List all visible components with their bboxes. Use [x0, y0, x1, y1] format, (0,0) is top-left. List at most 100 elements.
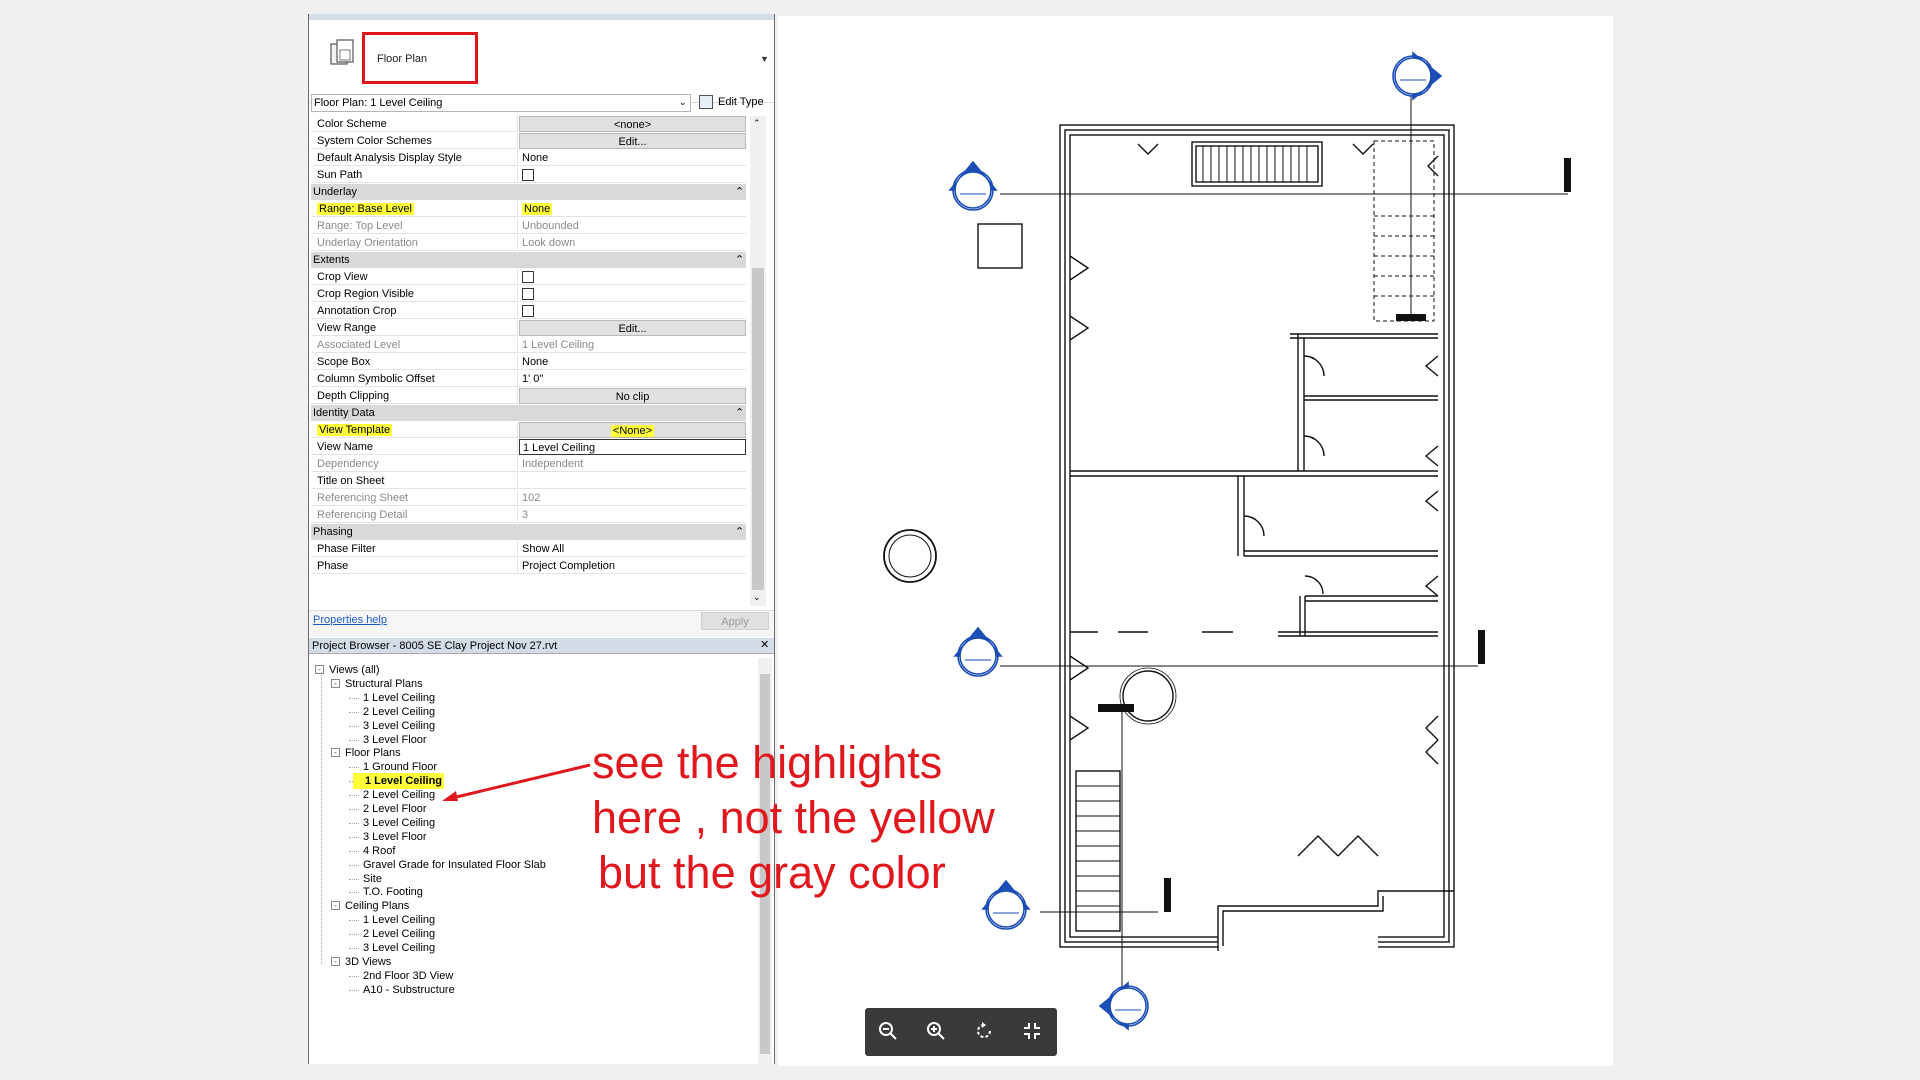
checkbox[interactable] [522, 169, 534, 181]
tree-view-item[interactable]: A10 - Substructure [363, 982, 455, 998]
property-value-text: 102 [522, 492, 541, 504]
property-row: Associated Level 1 Level Ceiling [311, 337, 746, 354]
property-label-text: Crop Region Visible [317, 288, 415, 300]
property-label-text: Column Symbolic Offset [317, 373, 435, 385]
property-value[interactable] [519, 473, 746, 489]
property-checkbox-cell[interactable] [519, 167, 746, 183]
property-row: Sun Path [311, 167, 746, 184]
property-group-header[interactable]: Extents [311, 252, 746, 268]
property-row: Dependency Independent [311, 456, 746, 473]
property-group-header[interactable]: Identity Data [311, 405, 746, 421]
property-row: Phase Project Completion [311, 558, 746, 575]
tree-collapse-icon[interactable]: - [331, 901, 340, 911]
drawing-canvas[interactable] [778, 16, 1613, 1066]
annotation-text: see the highlights here , not the yellow… [592, 735, 1052, 900]
property-value-button[interactable]: <none> [519, 116, 746, 132]
property-value[interactable]: Show All [519, 541, 746, 557]
property-label-text: Title on Sheet [317, 475, 385, 487]
property-checkbox-cell[interactable] [519, 286, 746, 302]
scroll-down-icon[interactable]: ⌄ [753, 592, 761, 603]
zoom-out-icon[interactable] [876, 1020, 900, 1044]
property-value-text: None [522, 356, 549, 368]
property-value-text: Independent [522, 458, 584, 470]
property-row: Phase Filter Show All [311, 541, 746, 558]
property-group-header[interactable]: Phasing [311, 524, 746, 540]
property-checkbox-cell[interactable] [519, 269, 746, 285]
property-value-text: Show All [522, 543, 565, 555]
property-value[interactable]: 1 Level Ceiling [519, 439, 746, 455]
section-head [1478, 630, 1485, 664]
property-value[interactable]: None [519, 354, 746, 370]
property-label-text: Range: Top Level [317, 220, 403, 232]
scroll-up-icon[interactable]: ⌃ [753, 118, 761, 129]
property-group-header[interactable]: Underlay [311, 184, 746, 200]
property-value-text: Unbounded [522, 220, 579, 232]
section-head [1164, 878, 1171, 912]
property-value-button[interactable]: Edit... [519, 320, 746, 336]
property-label-text: Crop View [317, 271, 368, 283]
property-row: Range: Base Level None [311, 201, 746, 218]
fit-screen-icon[interactable] [1020, 1020, 1044, 1044]
tree-collapse-icon[interactable]: - [315, 665, 324, 674]
view-selector-value: Floor Plan: 1 Level Ceiling [314, 97, 443, 109]
checkbox[interactable] [522, 288, 534, 300]
property-label-text: Dependency [317, 458, 379, 470]
rotate-icon[interactable] [972, 1020, 996, 1044]
collapse-group-icon[interactable]: ⌃ [735, 525, 744, 538]
type-dropdown-arrow-icon[interactable]: ▼ [760, 54, 769, 64]
property-row: Referencing Sheet 102 [311, 490, 746, 507]
tree-view-item[interactable]: Gravel Grade for Insulated Floor Slab [363, 857, 546, 873]
property-label: Associated Level [311, 337, 518, 353]
property-value-button[interactable]: Edit... [519, 133, 746, 149]
property-value[interactable]: None [519, 150, 746, 166]
tree-collapse-icon[interactable]: - [331, 748, 340, 758]
property-label-text: Annotation Crop [317, 305, 397, 317]
property-value-text: <none> [613, 119, 652, 131]
property-value[interactable]: None [519, 201, 746, 217]
tree-branch-line [349, 989, 359, 991]
property-label: Referencing Sheet [311, 490, 518, 506]
collapse-group-icon[interactable]: ⌃ [735, 253, 744, 266]
tree-branch-line [349, 725, 359, 727]
chevron-down-icon[interactable]: ⌄ [679, 97, 687, 108]
property-row: Crop Region Visible [311, 286, 746, 303]
property-label-text: Scope Box [317, 356, 371, 368]
property-row: View Range Edit... [311, 320, 746, 337]
property-label: Phase Filter [311, 541, 518, 557]
annotation-arrow [442, 763, 591, 801]
close-icon[interactable]: ✕ [760, 638, 769, 651]
tree-collapse-icon[interactable]: - [331, 678, 340, 688]
tree-guide-line [321, 672, 322, 964]
property-checkbox-cell[interactable] [519, 303, 746, 319]
property-label-text: View Template [317, 424, 393, 436]
properties-help-link[interactable]: Properties help [313, 614, 387, 626]
properties-scroll-thumb[interactable] [752, 268, 764, 590]
tree-branch-line [349, 711, 359, 713]
property-value: Look down [519, 235, 746, 251]
apply-button[interactable]: Apply [701, 612, 769, 630]
property-value-button[interactable]: <None> [519, 422, 746, 438]
checkbox[interactable] [522, 305, 534, 317]
tree-branch-line [349, 836, 359, 838]
property-row: Annotation Crop [311, 303, 746, 320]
property-value-button[interactable]: No clip [519, 388, 746, 404]
left-panel: Floor Plan ▼ Floor Plan: 1 Level Ceiling… [308, 14, 775, 1064]
checkbox[interactable] [522, 271, 534, 283]
property-label: Depth Clipping [311, 388, 518, 404]
property-value[interactable]: 1' 0" [519, 371, 746, 387]
property-value: Independent [519, 456, 746, 472]
property-value: Unbounded [519, 218, 746, 234]
property-label-text: View Range [317, 322, 377, 334]
zoom-in-icon[interactable] [924, 1020, 948, 1044]
property-label: Color Scheme [311, 116, 518, 132]
property-label: Default Analysis Display Style [311, 150, 518, 166]
collapse-group-icon[interactable]: ⌃ [735, 406, 744, 419]
tree-branch-line [349, 934, 359, 936]
collapse-group-icon[interactable]: ⌃ [735, 185, 744, 198]
property-label-text: Referencing Detail [317, 509, 408, 521]
property-label-text: Phase [317, 560, 349, 572]
property-row: Color Scheme <none> [311, 116, 746, 133]
property-value[interactable]: Project Completion [519, 558, 746, 574]
property-row: System Color Schemes Edit... [311, 133, 746, 150]
tree-collapse-icon[interactable]: - [331, 956, 340, 966]
